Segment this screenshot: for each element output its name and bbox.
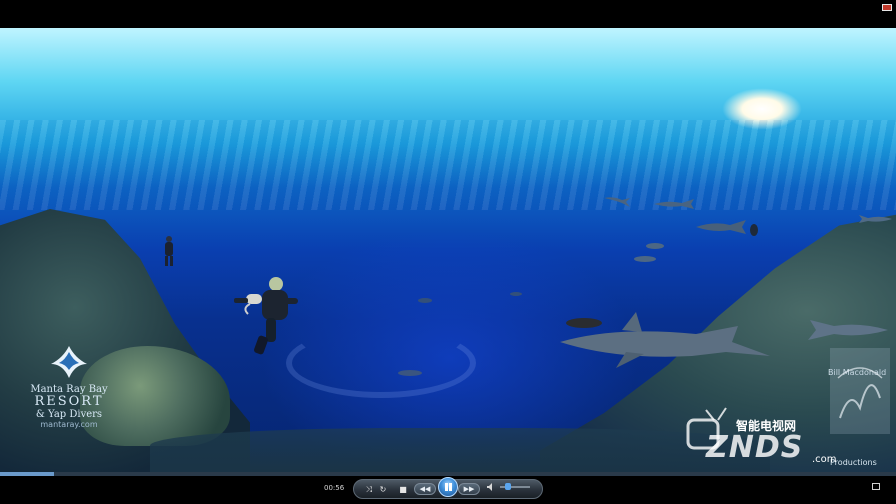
logo-text-url: mantaray.com (40, 420, 98, 429)
close-icon[interactable] (882, 4, 892, 11)
shark (808, 320, 888, 340)
logo-text-resort: RESORT (34, 394, 104, 409)
fast-forward-icon[interactable]: ▶▶ (458, 483, 480, 495)
elapsed-time: 00:56 (324, 484, 345, 492)
fish (646, 243, 664, 249)
watermark-domain: .com (812, 454, 837, 465)
repeat-icon[interactable]: ↻ (378, 486, 388, 494)
stop-icon[interactable]: ■ (398, 486, 408, 494)
shark (696, 220, 746, 234)
title-bar (0, 0, 896, 28)
pause-icon[interactable] (438, 477, 458, 497)
logo-text-divers: & Yap Divers (35, 409, 103, 420)
scuba-diver (234, 277, 298, 355)
speaker-icon[interactable] (487, 483, 495, 491)
credit-productions: Productions (830, 458, 877, 467)
shark (604, 197, 630, 207)
fish (418, 298, 432, 303)
fish (634, 256, 656, 262)
shuffle-icon[interactable]: ⤨ (364, 486, 374, 494)
volume-slider-handle[interactable] (504, 483, 511, 490)
light-halo (286, 328, 476, 398)
sea-floor (150, 428, 770, 472)
manta-ray-icon (51, 346, 87, 378)
fish (566, 318, 602, 328)
switch-to-library-icon[interactable] (872, 483, 880, 490)
water-surface (0, 120, 896, 210)
credit-logo (830, 348, 890, 434)
shark (654, 199, 694, 209)
distant-diver (165, 236, 173, 266)
rewind-icon[interactable]: ◀◀ (414, 483, 436, 495)
resort-logo: Manta Ray Bay RESORT & Yap Divers mantar… (14, 344, 124, 440)
watermark-brand: ZNDS (706, 430, 804, 465)
fish (398, 370, 422, 376)
shark (859, 215, 892, 223)
video-area[interactable]: Manta Ray Bay RESORT & Yap Divers mantar… (0, 28, 896, 472)
fish (510, 292, 522, 296)
fish (750, 224, 758, 236)
